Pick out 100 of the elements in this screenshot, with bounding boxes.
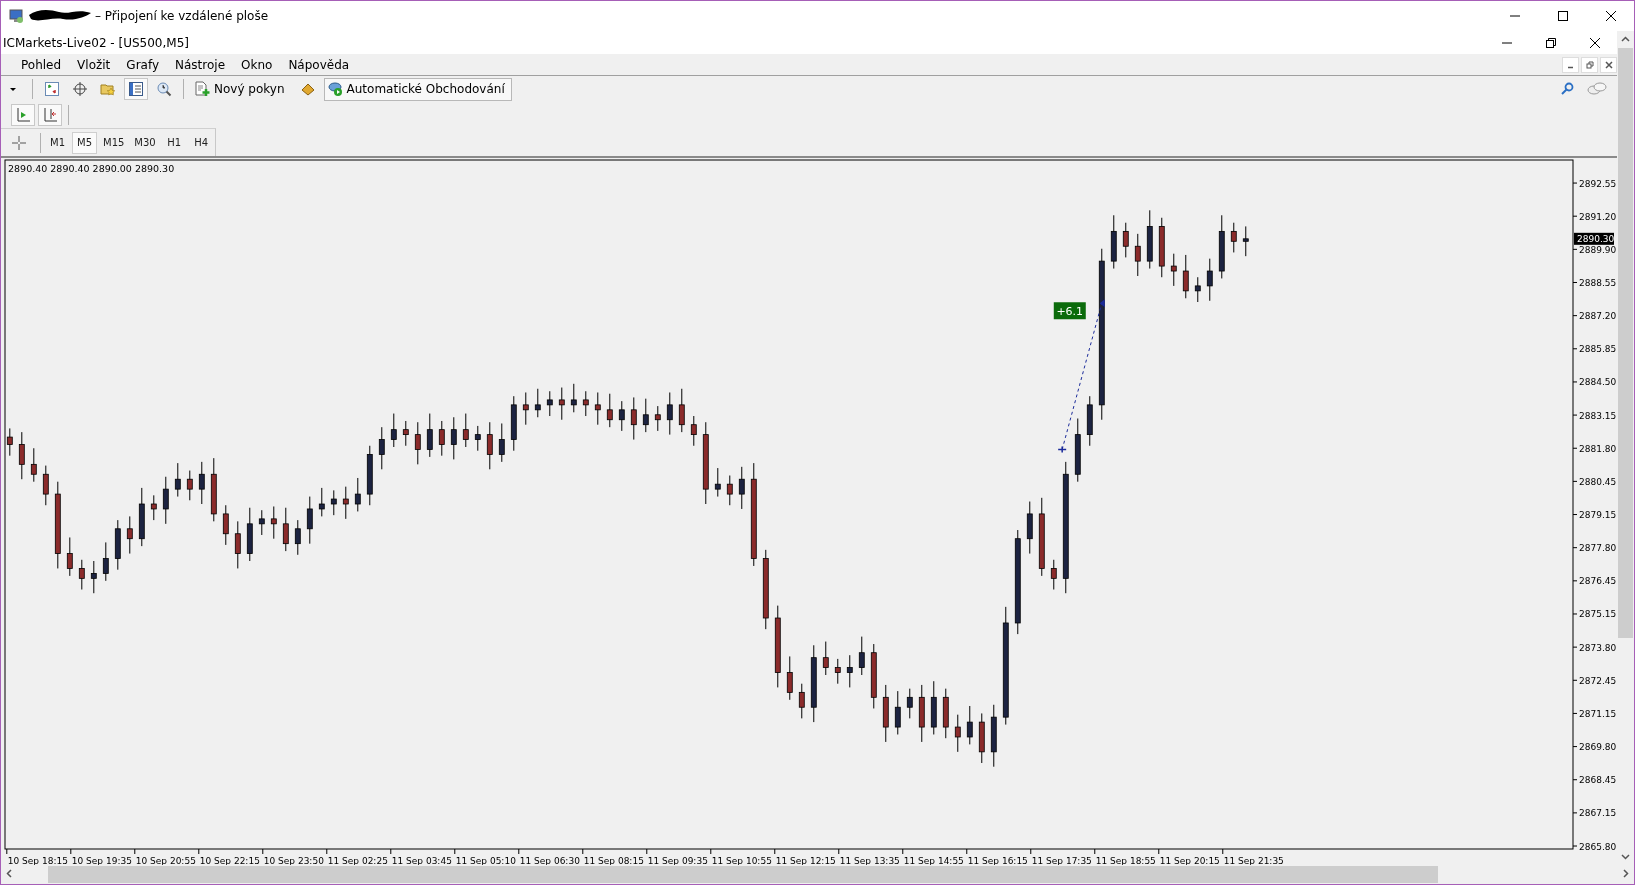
candlestick [918,684,925,743]
timeframe-button[interactable]: M1 [45,131,70,154]
candlestick [270,506,277,540]
price-label: 2881.80 [1579,443,1617,454]
candlestick [438,420,445,457]
document-plus-icon [194,81,210,97]
time-label: 10 Sep 19:35 [71,856,132,866]
candlestick [390,413,397,448]
menu-item[interactable]: Grafy [118,57,168,72]
candlestick [162,476,169,525]
app-title: ICMarkets-Live02 - [US500,M5] [2,35,189,50]
candlestick [402,420,409,447]
candlestick [942,688,949,739]
caret-icon [9,85,17,93]
time-label: 11 Sep 03:45 [391,856,452,866]
chevron-right-icon [1621,869,1630,878]
candlestick [714,467,721,498]
window-title: – Připojení ke vzdálené ploše [95,9,269,23]
candlestick [618,400,625,432]
change-badge: +6.1 [1053,302,1086,320]
price-label: 2868.45 [1579,775,1617,786]
candlestick [834,658,841,685]
candlestick [954,714,961,753]
price-label: 2876.45 [1579,576,1617,587]
candlestick [822,641,829,676]
chart-shift-button[interactable] [38,104,62,126]
candlestick [414,421,421,465]
candlestick [1074,418,1081,483]
price-label: 2885.85 [1579,344,1617,355]
auto-trading-button[interactable]: Automatické Obchodování [323,77,512,101]
candlestick [1194,276,1201,303]
time-label: 11 Sep 18:55 [1095,856,1156,866]
scrollbar-thumb[interactable] [1618,48,1633,638]
timeframe-button[interactable]: H1 [161,131,187,154]
menu-item[interactable]: Pohled [13,57,70,72]
candlestick [1218,214,1225,279]
candlestick [150,494,157,521]
chat-bubbles-icon [1586,81,1608,97]
price-label: 2872.45 [1579,675,1617,686]
candlestick [522,392,529,426]
candlestick [498,422,505,463]
time-label: 10 Sep 22:15 [199,856,260,866]
ohlc-readout: 2890.40 2890.40 2890.00 2890.30 [8,163,175,174]
current-price-label: 2890.30 [1574,232,1615,245]
time-label: 11 Sep 06:30 [519,856,580,866]
candlestick [366,445,373,506]
candlestick [30,447,37,483]
autoscroll-button[interactable] [11,104,35,126]
candlestick [630,396,637,441]
candlestick [78,559,85,590]
candlestick [114,519,121,571]
close-icon [1589,36,1601,49]
price-label: 2869.80 [1579,742,1617,753]
candlestick [906,688,913,719]
time-label: 11 Sep 14:55 [903,856,964,866]
folder-star-icon [100,81,116,97]
price-label: 2873.80 [1579,642,1617,653]
axis-arrow-icon [15,107,31,123]
candlestick [1242,225,1249,257]
candlestick [894,690,901,735]
close-button[interactable] [1600,56,1617,73]
candlestick [294,519,301,556]
timeframe-button[interactable]: H4 [188,131,214,154]
candlestick [234,520,241,569]
remote-desktop-icon [9,8,25,24]
price-label: 2865.80 [1579,841,1617,852]
navigator-button[interactable] [124,78,148,100]
chevron-down-icon [1621,852,1630,861]
candlestick [258,509,265,536]
candlestick [1026,501,1033,555]
candlestick [138,487,145,547]
close-icon [1604,60,1613,69]
candlestick [282,507,289,552]
timeframe-button[interactable]: M30 [130,131,160,154]
close-icon [1605,10,1617,22]
candlestick [738,466,745,510]
candlestick [66,536,73,577]
candlestick [1206,258,1213,302]
chevron-up-icon [1621,35,1630,44]
search-icon [1559,81,1575,97]
candlestick [1086,395,1093,447]
new-order-button[interactable]: Nový pokyn [191,77,292,101]
candlestick [990,704,997,768]
menu-item[interactable]: Nápověda [280,57,358,72]
scrollbar-thumb[interactable] [48,866,1438,883]
candlestick [666,392,673,436]
axis-shift-icon [42,107,58,123]
candlestick [606,393,613,428]
candlestick [174,462,181,498]
menu-item[interactable]: Vložit [69,57,119,72]
timeframe-button[interactable]: M5 [72,131,97,154]
time-label: 11 Sep 20:15 [1159,856,1220,866]
candlestick [534,388,541,418]
menu-item[interactable]: Nástroje [167,57,234,72]
timeframe-button[interactable]: M15 [99,131,129,154]
candlestick [558,387,565,421]
candlestick [1230,222,1237,253]
candlestick [354,477,361,512]
candlestick [1122,222,1129,258]
menu-item[interactable]: Okno [233,57,281,72]
